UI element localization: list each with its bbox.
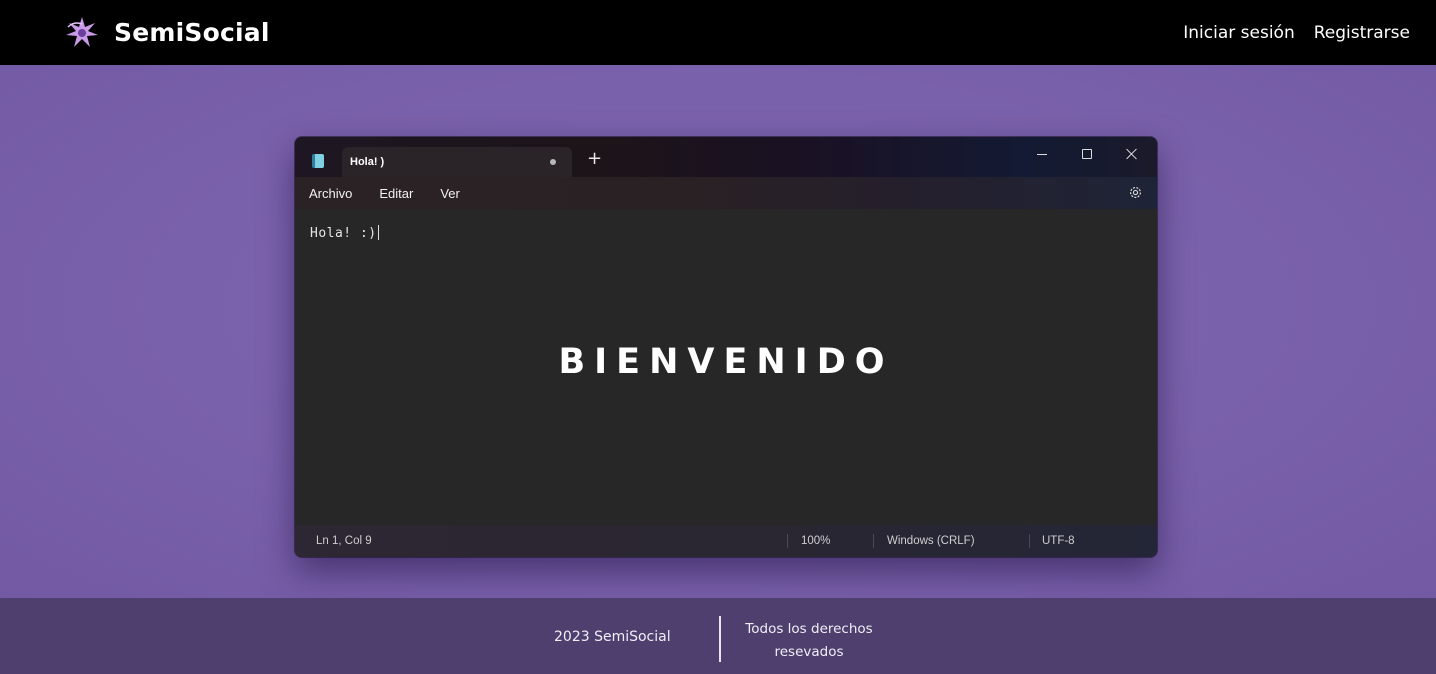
notepad-window: Hola! ) + Archivo Editar Ver Hola!:) BI… (295, 137, 1157, 557)
text-editor-area[interactable]: Hola! :) BIENVENIDO (295, 209, 1157, 525)
auth-nav: Iniciar sesión Registrarse (1183, 23, 1410, 43)
gear-icon[interactable] (1128, 185, 1143, 200)
status-divider (787, 534, 788, 548)
cursor-position: Ln 1, Col 9 (316, 535, 372, 547)
footer-rights-line2: resevados (774, 644, 844, 660)
add-tab-button[interactable]: + (587, 149, 602, 169)
hero-section: Hola! ) + Archivo Editar Ver Hola!:) BI… (0, 65, 1436, 598)
welcome-heading: BIENVENIDO (558, 342, 894, 382)
login-link[interactable]: Iniciar sesión (1183, 23, 1294, 43)
register-link[interactable]: Registrarse (1314, 23, 1410, 43)
text-caret (377, 225, 379, 240)
maximize-icon (1082, 149, 1092, 159)
encoding[interactable]: UTF-8 (1042, 535, 1075, 547)
tab-active-document[interactable]: Hola! ) (342, 147, 572, 177)
menu-view[interactable]: Ver (440, 186, 460, 201)
status-divider (1029, 534, 1030, 548)
footer-copyright: 2023 SemiSocial (554, 629, 671, 645)
status-divider (873, 534, 874, 548)
editor-text: Hola! :) (310, 226, 377, 241)
maximize-button[interactable] (1065, 141, 1109, 167)
brand-link[interactable]: SemiSocial (62, 13, 270, 53)
editor-content[interactable]: Hola! :) (310, 225, 379, 241)
notepad-app-icon (312, 154, 324, 168)
minimize-button[interactable] (1020, 141, 1064, 167)
close-icon (1126, 148, 1138, 160)
menu-edit[interactable]: Editar (379, 186, 413, 201)
brand-name: SemiSocial (114, 18, 270, 47)
menu-file[interactable]: Archivo (309, 186, 352, 201)
top-navbar: SemiSocial Iniciar sesión Registrarse (0, 0, 1436, 65)
semisocial-logo-icon (66, 16, 98, 47)
zoom-level[interactable]: 100% (801, 535, 830, 547)
unsaved-dot-icon[interactable] (550, 159, 556, 165)
minimize-icon (1037, 153, 1047, 155)
footer-divider (719, 616, 721, 662)
line-ending[interactable]: Windows (CRLF) (887, 535, 975, 547)
tab-title: Hola! ) (350, 156, 385, 168)
menu-bar: Archivo Editar Ver (295, 177, 1157, 209)
page-footer: 2023 SemiSocial Todos los derechos resev… (0, 598, 1436, 674)
footer-rights-line1: Todos los derechos (745, 621, 873, 637)
footer-rights: Todos los derechos resevados (733, 618, 885, 664)
close-button[interactable] (1110, 141, 1154, 167)
status-bar: Ln 1, Col 9 100% Windows (CRLF) UTF-8 (295, 525, 1157, 557)
window-titlebar[interactable]: Hola! ) + (295, 137, 1157, 177)
